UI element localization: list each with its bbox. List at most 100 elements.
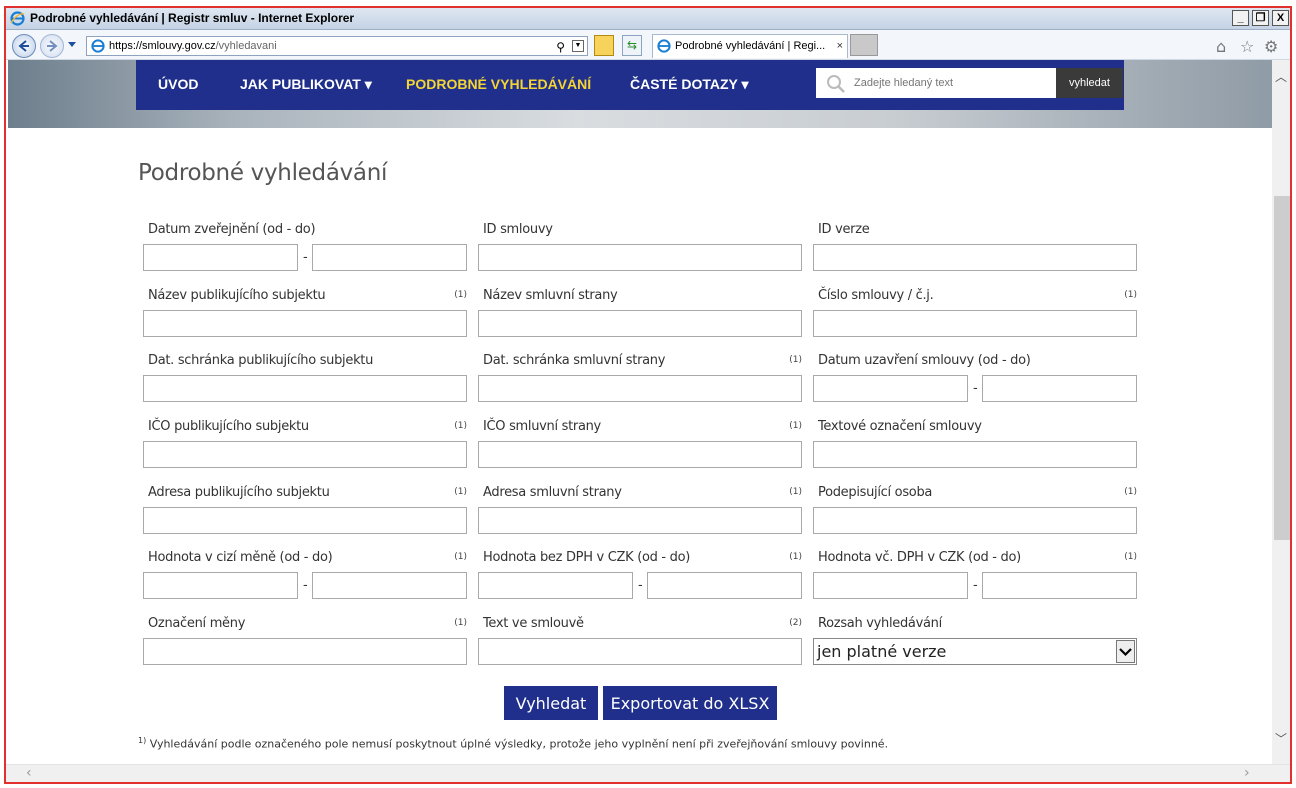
footnote: 1) Vyhledávání podle označeného pole nem…: [138, 736, 888, 751]
dat-schranka-publikujiciho-input[interactable]: [143, 375, 467, 402]
id-verze-input[interactable]: [813, 244, 1137, 271]
id-smlouvy-input[interactable]: [478, 244, 802, 271]
search-button[interactable]: vyhledat: [1056, 68, 1123, 98]
window-title: Podrobné vyhledávání | Registr smluv - I…: [30, 11, 355, 25]
chevron-down-icon[interactable]: ▼: [572, 40, 584, 52]
ie-icon: [91, 39, 105, 53]
vyhledat-button[interactable]: Vyhledat: [504, 686, 598, 720]
page-viewport: ÚVOD JAK PUBLIKOVAT ▾ PODROBNÉ VYHLEDÁVÁ…: [6, 60, 1272, 768]
page-title: Podrobné vyhledávání: [138, 160, 388, 186]
field-label: Dat. schránka smluvní strany: [483, 353, 666, 368]
url-path: /vyhledavani: [215, 40, 277, 52]
history-dropdown-icon[interactable]: [68, 42, 76, 47]
field-label: Hodnota bez DPH v CZK (od - do): [483, 550, 691, 565]
star-icon[interactable]: ☆: [1240, 37, 1254, 56]
field-note: (1): [1124, 290, 1137, 300]
scroll-up-icon[interactable]: ︿: [1275, 68, 1287, 85]
nav-caste-dotazy[interactable]: ČASTÉ DOTAZY ▾: [630, 76, 749, 93]
field-label: Textové označení smlouvy: [818, 419, 982, 434]
scroll-thumb[interactable]: [1274, 196, 1290, 540]
close-button[interactable]: X: [1272, 10, 1289, 26]
export-xlsx-button[interactable]: Exportovat do XLSX: [603, 686, 777, 720]
restore-button[interactable]: ❐: [1252, 10, 1269, 26]
field-note: (1): [454, 421, 467, 431]
scroll-down-icon[interactable]: ﹀: [1275, 730, 1287, 747]
horizontal-scrollbar[interactable]: ‹ ›: [6, 764, 1290, 782]
adresa-smluvni-input[interactable]: [478, 507, 802, 534]
text-ve-smlouve-input[interactable]: [478, 638, 802, 665]
field-label: Hodnota vč. DPH v CZK (od - do): [818, 550, 1021, 565]
forward-button[interactable]: [40, 34, 64, 58]
rozsah-selected-value: jen platné verze: [817, 642, 947, 661]
search-input[interactable]: [854, 72, 1050, 94]
datum-uzavreni-from-input[interactable]: [813, 375, 968, 402]
scroll-left-icon[interactable]: ‹: [26, 765, 32, 781]
lock-icon[interactable]: [594, 35, 614, 56]
field-note: (1): [789, 487, 802, 497]
gear-icon[interactable]: ⚙: [1264, 37, 1278, 56]
ie-icon: [657, 39, 671, 53]
browser-window: Podrobné vyhledávání | Registr smluv - I…: [4, 6, 1292, 784]
field-note: (1): [454, 552, 467, 562]
field-label: Datum uzavření smlouvy (od - do): [818, 353, 1031, 368]
field-note: (1): [1124, 487, 1137, 497]
date-from-input[interactable]: [143, 244, 298, 271]
site-search: [816, 68, 1056, 98]
search-icon: [827, 75, 845, 93]
range-separator: -: [973, 578, 978, 593]
dat-schranka-smluvni-input[interactable]: [478, 375, 802, 402]
home-icon[interactable]: ⌂: [1216, 37, 1226, 56]
nav-jak-publikovat[interactable]: JAK PUBLIKOVAT ▾: [240, 76, 372, 93]
range-separator: -: [303, 578, 308, 593]
close-icon[interactable]: ×: [837, 35, 843, 57]
hodnota-vc-dph-from-input[interactable]: [813, 572, 968, 599]
nazev-publikujiciho-input[interactable]: [143, 310, 467, 337]
browser-tab[interactable]: Podrobné vyhledávání | Regi... ×: [652, 34, 848, 58]
datum-uzavreni-to-input[interactable]: [982, 375, 1137, 402]
back-button[interactable]: [12, 34, 36, 58]
forward-icon: [47, 40, 58, 52]
field-note: (1): [454, 618, 467, 628]
hodnota-cizi-to-input[interactable]: [312, 572, 467, 599]
field-label: Adresa publikujícího subjektu: [148, 485, 330, 500]
ico-smluvni-input[interactable]: [478, 441, 802, 468]
adresa-publikujiciho-input[interactable]: [143, 507, 467, 534]
minimize-button[interactable]: _: [1232, 10, 1249, 26]
field-label: Podepisující osoba: [818, 485, 933, 500]
new-tab-button[interactable]: [850, 34, 878, 56]
address-bar-row: https://smlouvy.gov.cz/vyhledavani ⚲ ▼ ⇆…: [6, 30, 1290, 60]
field-label: Název smluvní strany: [483, 288, 618, 303]
scroll-right-icon[interactable]: ›: [1244, 765, 1250, 781]
field-note: (1): [789, 421, 802, 431]
nav-podrobne-vyhledavani[interactable]: PODROBNÉ VYHLEDÁVÁNÍ: [406, 76, 591, 92]
range-separator: -: [638, 578, 643, 593]
hodnota-bez-dph-from-input[interactable]: [478, 572, 633, 599]
field-label: Text ve smlouvě: [483, 616, 584, 631]
search-icon[interactable]: ⚲: [556, 38, 565, 56]
footnote-text: Vyhledávání podle označeného pole nemusí…: [149, 737, 889, 751]
url-host: https://smlouvy.gov.cz: [109, 40, 216, 52]
ico-publikujiciho-input[interactable]: [143, 441, 467, 468]
main-navigation: ÚVOD JAK PUBLIKOVAT ▾ PODROBNÉ VYHLEDÁVÁ…: [136, 60, 1124, 110]
nazev-smluvni-strany-input[interactable]: [478, 310, 802, 337]
address-field[interactable]: https://smlouvy.gov.cz/vyhledavani ⚲ ▼: [86, 36, 588, 56]
podepisujici-osoba-input[interactable]: [813, 507, 1137, 534]
textove-oznaceni-input[interactable]: [813, 441, 1137, 468]
field-note: (1): [1124, 552, 1137, 562]
nav-uvod[interactable]: ÚVOD: [158, 76, 198, 92]
field-label: Rozsah vyhledávání: [818, 616, 942, 631]
chevron-down-icon[interactable]: [1116, 640, 1135, 663]
oznaceni-meny-input[interactable]: [143, 638, 467, 665]
field-label: Číslo smlouvy / č.j.: [818, 288, 934, 303]
refresh-icon[interactable]: ⇆: [622, 35, 642, 56]
field-label: Označení měny: [148, 616, 246, 631]
cislo-smlouvy-input[interactable]: [813, 310, 1137, 337]
date-to-input[interactable]: [312, 244, 467, 271]
back-icon: [18, 40, 29, 52]
vertical-scrollbar[interactable]: ︿ ﹀: [1272, 60, 1290, 768]
rozsah-select[interactable]: jen platné verze: [813, 638, 1137, 665]
hodnota-vc-dph-to-input[interactable]: [982, 572, 1137, 599]
hodnota-bez-dph-to-input[interactable]: [647, 572, 802, 599]
hodnota-cizi-from-input[interactable]: [143, 572, 298, 599]
range-separator: -: [303, 250, 308, 265]
